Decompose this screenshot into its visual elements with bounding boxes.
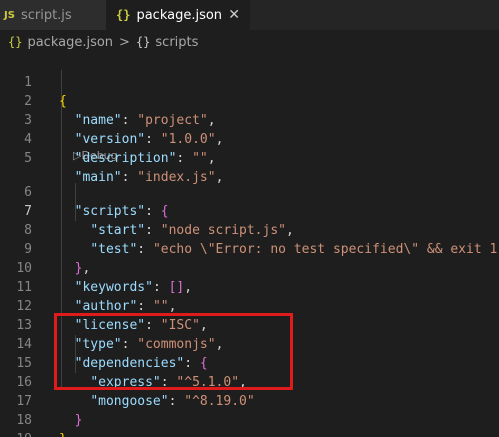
json-file-icon: {} xyxy=(116,8,131,22)
code-line: 1 { xyxy=(0,54,499,109)
code-line: 12 "license": "ISC", xyxy=(0,278,499,333)
code-line: 7 "start": "node script.js", xyxy=(0,183,499,238)
code-line: 4 "description": "", xyxy=(0,111,499,166)
line-number: 19 xyxy=(0,430,32,437)
tab-label: package.json xyxy=(136,7,223,23)
breadcrumb-item-section[interactable]: scripts xyxy=(155,35,198,50)
tab-script-js[interactable]: JS script.js xyxy=(0,0,106,30)
tab-label: script.js xyxy=(20,7,72,23)
javascript-file-icon: JS xyxy=(4,9,15,21)
code-line: 5 "main": "index.js", xyxy=(0,130,499,185)
code-line: 9 }, xyxy=(0,221,499,276)
breadcrumb-item-file[interactable]: package.json xyxy=(27,35,113,50)
json-file-icon: {} xyxy=(8,35,23,49)
dependencies-highlight-box xyxy=(54,313,293,390)
breadcrumb: {} package.json > {} scripts xyxy=(0,30,499,54)
code-line: 19 xyxy=(0,411,499,437)
chevron-right-icon: > xyxy=(119,34,130,50)
code-line: 6 "scripts": { xyxy=(0,164,499,219)
code-line: 3 "version": "1.0.0", xyxy=(0,92,499,147)
code-line: 8 "test": "echo \"Error: no test specifi… xyxy=(0,202,499,257)
vscode-editor-window: JS script.js {} package.json ✕ {} packag… xyxy=(0,0,499,437)
code-editor[interactable]: ▷Debug 1 { 2 "name": "project", 3 "versi… xyxy=(0,54,499,437)
close-icon[interactable]: ✕ xyxy=(228,7,240,23)
code-line: 18 } xyxy=(0,392,499,437)
code-line: 11 "author": "", xyxy=(0,259,499,314)
code-line: 10 "keywords": [], xyxy=(0,240,499,295)
tab-bar: JS script.js {} package.json ✕ xyxy=(0,0,499,30)
code-line: 2 "name": "project", xyxy=(0,73,499,128)
tab-package-json[interactable]: {} package.json ✕ xyxy=(106,0,250,30)
object-icon: {} xyxy=(135,35,151,49)
